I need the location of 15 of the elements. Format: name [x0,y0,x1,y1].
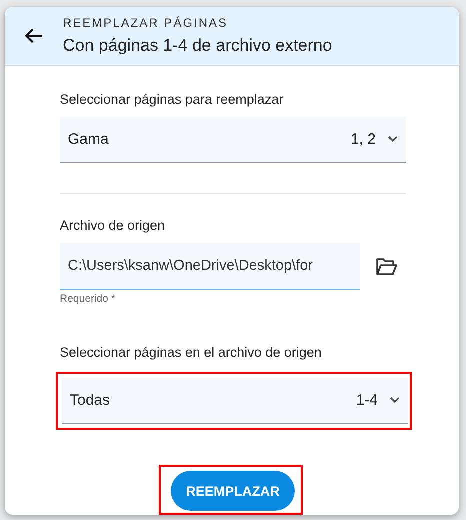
page-select[interactable]: Gama 1, 2 [60,117,406,163]
dialog-title: Con páginas 1-4 de archivo externo [63,36,332,56]
page-select[interactable]: Todas 1-4 [62,378,408,424]
chevron-icon [390,397,400,404]
field-label: Seleccionar páginas para reemplazar [60,92,285,107]
chevron-icon [388,136,398,143]
helper-text: Requerido * [60,293,116,305]
replace-button[interactable]: REEMPLAZAR [171,471,295,511]
browse-button[interactable] [376,258,398,276]
folder-icon [376,258,398,276]
back-arrow-icon [25,28,43,44]
dialog-overline: REEMPLAZAR PÁGINAS [63,16,230,30]
field-label: Seleccionar páginas en el archivo de origen [60,345,323,360]
field-label: Archivo de origen [60,218,166,233]
file-path-field[interactable]: C:\Users\ksanw\OneDrive\Desktop\for [60,243,360,290]
